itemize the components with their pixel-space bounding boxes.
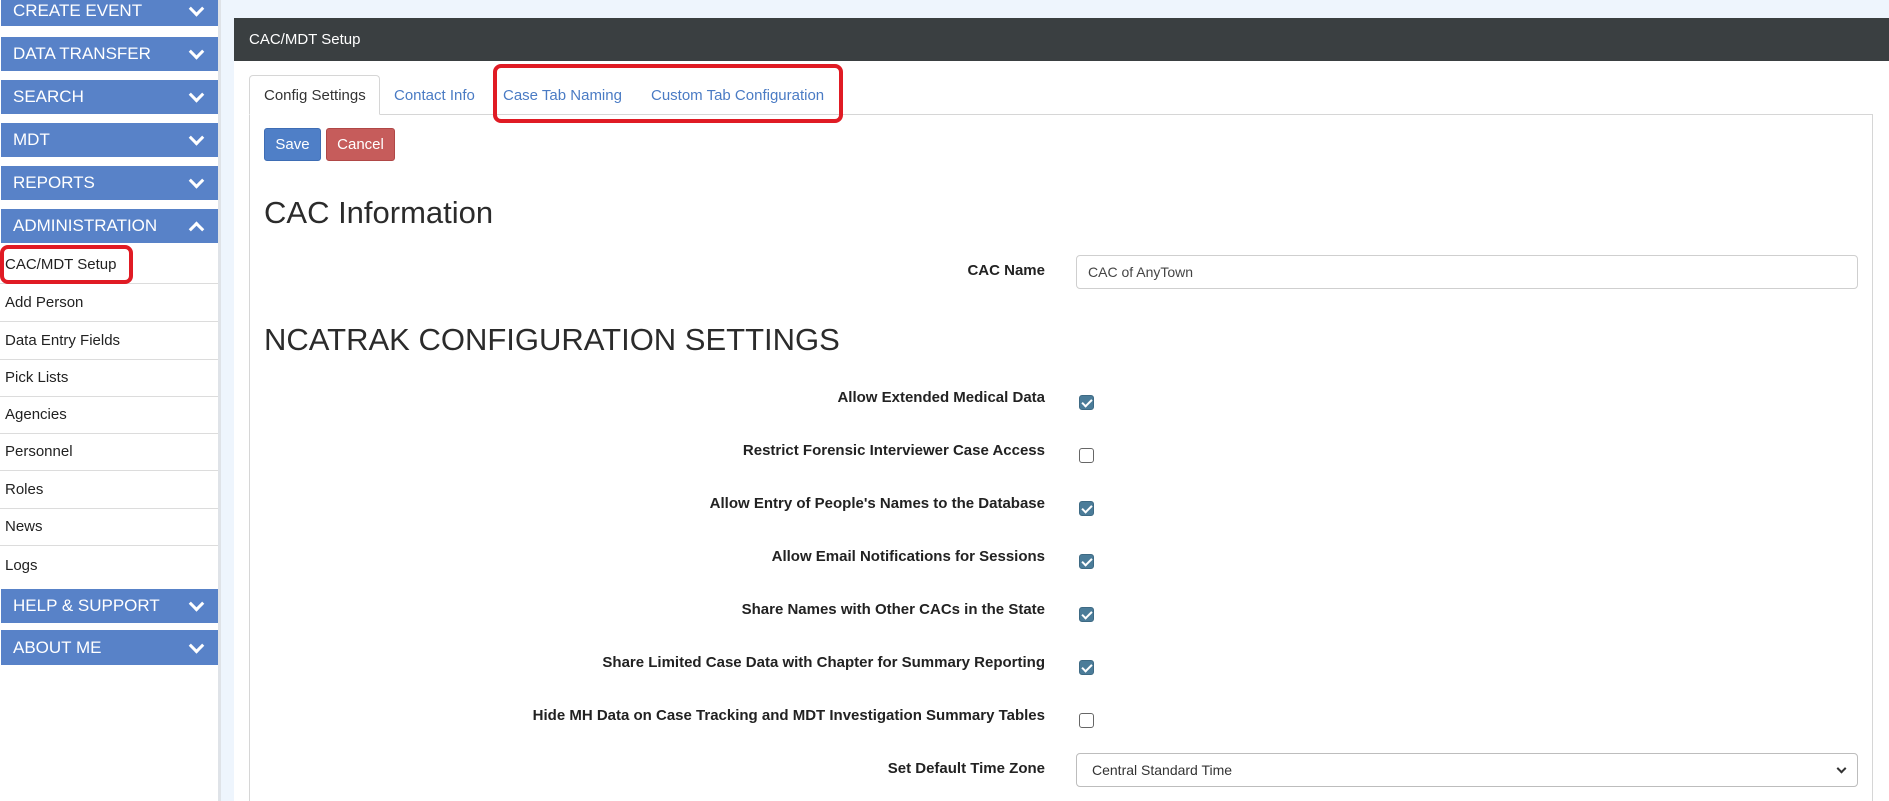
sidebar-item-label: Roles [5, 481, 44, 498]
chevron-down-icon [188, 173, 205, 189]
timezone-select[interactable]: Central Standard Time [1076, 753, 1858, 787]
nav-create-event-label: CREATE EVENT [13, 1, 143, 20]
setting-label: Share Names with Other CACs in the State [741, 601, 1045, 618]
setting-label: Allow Email Notifications for Sessions [771, 548, 1045, 565]
nav-administration[interactable]: ADMINISTRATION [1, 209, 218, 243]
config-settings-heading: NCATRAK CONFIGURATION SETTINGS [264, 322, 840, 357]
sidebar-item-roles[interactable]: Roles [0, 471, 218, 509]
cancel-button[interactable]: Cancel [326, 128, 395, 161]
save-button[interactable]: Save [264, 128, 321, 161]
setting-label: Share Limited Case Data with Chapter for… [602, 654, 1045, 671]
setting-checkbox-restrict-forensic[interactable] [1079, 448, 1094, 463]
sidebar-item-label: Agencies [5, 406, 67, 423]
chevron-down-icon [1836, 763, 1847, 774]
highlight-annotation [493, 64, 843, 123]
nav-search-label: SEARCH [13, 87, 84, 106]
setting-label: Hide MH Data on Case Tracking and MDT In… [532, 707, 1045, 724]
nav-about-me[interactable]: ABOUT ME [1, 630, 218, 665]
sidebar-item-personnel[interactable]: Personnel [0, 433, 218, 471]
setting-label: Restrict Forensic Interviewer Case Acces… [742, 442, 1045, 459]
cac-name-input[interactable]: CAC of AnyTown [1076, 255, 1858, 289]
setting-checkbox-hide-mh-data[interactable] [1079, 713, 1094, 728]
chevron-up-icon [188, 221, 205, 238]
setting-checkbox-email-notifications[interactable] [1079, 554, 1094, 569]
nav-help-support[interactable]: HELP & SUPPORT [1, 589, 218, 623]
nav-administration-label: ADMINISTRATION [13, 216, 158, 235]
panel-title: CAC/MDT Setup [249, 31, 361, 48]
nav-reports-label: REPORTS [13, 173, 95, 192]
nav-create-event[interactable]: CREATE EVENT [1, 0, 218, 26]
sidebar-item-agencies[interactable]: Agencies [0, 396, 218, 434]
sidebar-item-label: News [5, 518, 43, 535]
nav-search[interactable]: SEARCH [1, 80, 218, 114]
cac-information-heading: CAC Information [264, 195, 494, 230]
sidebar-item-news[interactable]: News [0, 508, 218, 546]
sidebar-item-label: Pick Lists [5, 369, 69, 386]
nav-mdt[interactable]: MDT [1, 123, 218, 157]
sidebar-item-label: Logs [5, 556, 38, 574]
nav-data-transfer[interactable]: DATA TRANSFER [1, 37, 218, 71]
tab-contact-info[interactable]: Contact Info [394, 75, 475, 115]
tab-config-settings[interactable]: Config Settings [249, 75, 380, 115]
sidebar-item-add-person[interactable]: Add Person [0, 284, 218, 322]
timezone-selected-value: Central Standard Time [1092, 762, 1233, 778]
sidebar-item-logs[interactable]: Logs [0, 546, 218, 584]
setting-checkbox-share-names[interactable] [1079, 607, 1094, 622]
nav-reports[interactable]: REPORTS [1, 166, 218, 200]
sidebar-item-label: Data Entry Fields [5, 332, 121, 349]
sidebar-item-data-entry-fields[interactable]: Data Entry Fields [0, 322, 218, 360]
sidebar-item-label: Add Person [5, 294, 84, 311]
chevron-down-icon [188, 637, 205, 654]
chevron-down-icon [188, 1, 205, 17]
nav-help-support-label: HELP & SUPPORT [13, 596, 160, 615]
timezone-label: Set Default Time Zone [887, 760, 1045, 777]
setting-checkbox-extended-medical[interactable] [1079, 395, 1094, 410]
tab-label: Config Settings [264, 86, 366, 104]
setting-checkbox-share-limited-data[interactable] [1079, 660, 1094, 675]
nav-mdt-label: MDT [13, 130, 50, 149]
sidebar-item-label: Personnel [5, 443, 73, 460]
panel-header: CAC/MDT Setup [234, 18, 1889, 61]
chevron-down-icon [188, 44, 205, 60]
setting-checkbox-allow-names[interactable] [1079, 501, 1094, 516]
sidebar-item-pick-lists[interactable]: Pick Lists [0, 359, 218, 397]
sidebar: CREATE EVENT DATA TRANSFER SEARCH MDT RE… [0, 0, 218, 801]
chevron-down-icon [188, 87, 205, 103]
highlight-annotation [0, 245, 133, 284]
nav-data-transfer-label: DATA TRANSFER [13, 44, 151, 63]
setting-label: Allow Entry of People's Names to the Dat… [709, 495, 1045, 512]
tab-label: Contact Info [394, 86, 475, 104]
setting-label: Allow Extended Medical Data [837, 389, 1045, 406]
cac-name-label: CAC Name [967, 262, 1045, 279]
chevron-down-icon [188, 130, 205, 146]
chevron-down-icon [188, 596, 205, 612]
nav-about-me-label: ABOUT ME [13, 637, 102, 657]
